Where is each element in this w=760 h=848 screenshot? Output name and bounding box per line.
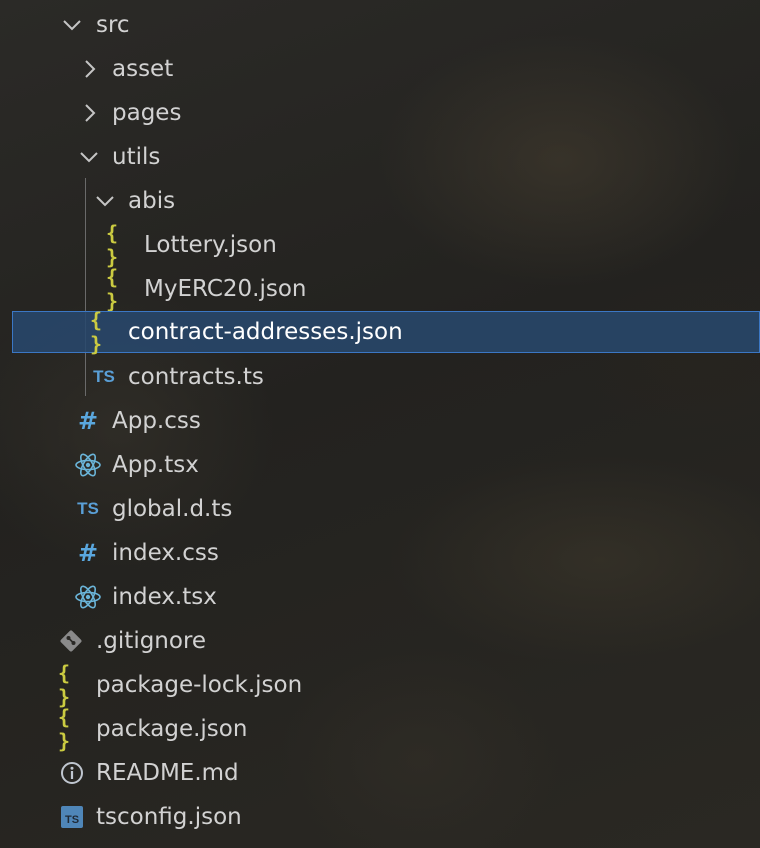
tree-item-app-tsx[interactable]: App.tsx: [0, 443, 760, 487]
tree-item-label: MyERC20.json: [144, 276, 307, 302]
tree-item-contracts-ts[interactable]: TS contracts.ts: [0, 355, 760, 399]
tree-item-label: package-lock.json: [96, 672, 303, 698]
tree-item-label: asset: [112, 56, 174, 82]
react-icon: [74, 443, 102, 487]
tree-item-label: utils: [112, 144, 161, 170]
tree-item-label: index.tsx: [112, 584, 217, 610]
tree-item-label: src: [96, 12, 130, 38]
tree-item-lottery-json[interactable]: { } Lottery.json: [0, 221, 760, 269]
json-icon: { }: [90, 308, 104, 356]
tree-item-package-lock-json[interactable]: { } package-lock.json: [0, 661, 760, 709]
tree-item-label: pages: [112, 100, 182, 126]
tree-item-label: abis: [128, 188, 176, 214]
tree-item-label: package.json: [96, 716, 248, 742]
tsconfig-icon: TS: [59, 795, 85, 839]
react-icon: [74, 575, 102, 619]
tree-item-app-css[interactable]: # App.css: [0, 399, 760, 443]
tree-item-tsconfig-json[interactable]: TS tsconfig.json: [0, 795, 760, 839]
tree-item-src[interactable]: src: [0, 3, 760, 47]
json-icon: { }: [58, 661, 72, 709]
tree-item-asset[interactable]: asset: [0, 47, 760, 91]
tree-item-label: index.css: [112, 540, 219, 566]
chevron-down-icon: [95, 179, 115, 223]
tree-item-label: README.md: [96, 760, 239, 786]
tree-item-global-d-ts[interactable]: TS global.d.ts: [0, 487, 760, 531]
tree-item-readme-md[interactable]: README.md: [0, 751, 760, 795]
json-icon: { }: [106, 221, 120, 269]
git-icon: [58, 619, 84, 663]
chevron-right-icon: [80, 47, 100, 91]
json-icon: { }: [106, 265, 120, 313]
typescript-icon: TS: [93, 367, 115, 386]
tree-item-gitignore[interactable]: .gitignore: [0, 619, 760, 663]
tree-item-package-json[interactable]: { } package.json: [0, 705, 760, 753]
css-icon: #: [77, 539, 99, 567]
info-icon: [59, 751, 85, 795]
json-icon: { }: [58, 705, 72, 753]
typescript-icon: TS: [77, 499, 99, 518]
tree-item-label: App.tsx: [112, 452, 199, 478]
tree-item-label: global.d.ts: [112, 496, 233, 522]
tree-item-label: .gitignore: [96, 628, 207, 654]
tree-item-contract-addresses-json[interactable]: { } contract-addresses.json: [12, 308, 760, 356]
css-icon: #: [77, 407, 99, 435]
file-explorer: src asset pages utils abis { } Lottery.j…: [0, 0, 760, 848]
tree-item-label: contracts.ts: [128, 364, 264, 390]
chevron-right-icon: [80, 91, 100, 135]
tree-item-abis[interactable]: abis: [0, 179, 760, 223]
tree-item-label: contract-addresses.json: [128, 319, 403, 345]
tree-item-pages[interactable]: pages: [0, 91, 760, 135]
tree-item-myerc20-json[interactable]: { } MyERC20.json: [0, 265, 760, 313]
chevron-down-icon: [79, 135, 99, 179]
tree-item-label: Lottery.json: [144, 232, 277, 258]
tree-item-label: tsconfig.json: [96, 804, 242, 830]
chevron-down-icon: [62, 3, 82, 47]
tsconfig-icon-glyph: TS: [61, 806, 83, 828]
tree-item-index-css[interactable]: # index.css: [0, 531, 760, 575]
tree-item-index-tsx[interactable]: index.tsx: [0, 575, 760, 619]
tree-item-utils[interactable]: utils: [0, 135, 760, 179]
tree-item-label: App.css: [112, 408, 201, 434]
